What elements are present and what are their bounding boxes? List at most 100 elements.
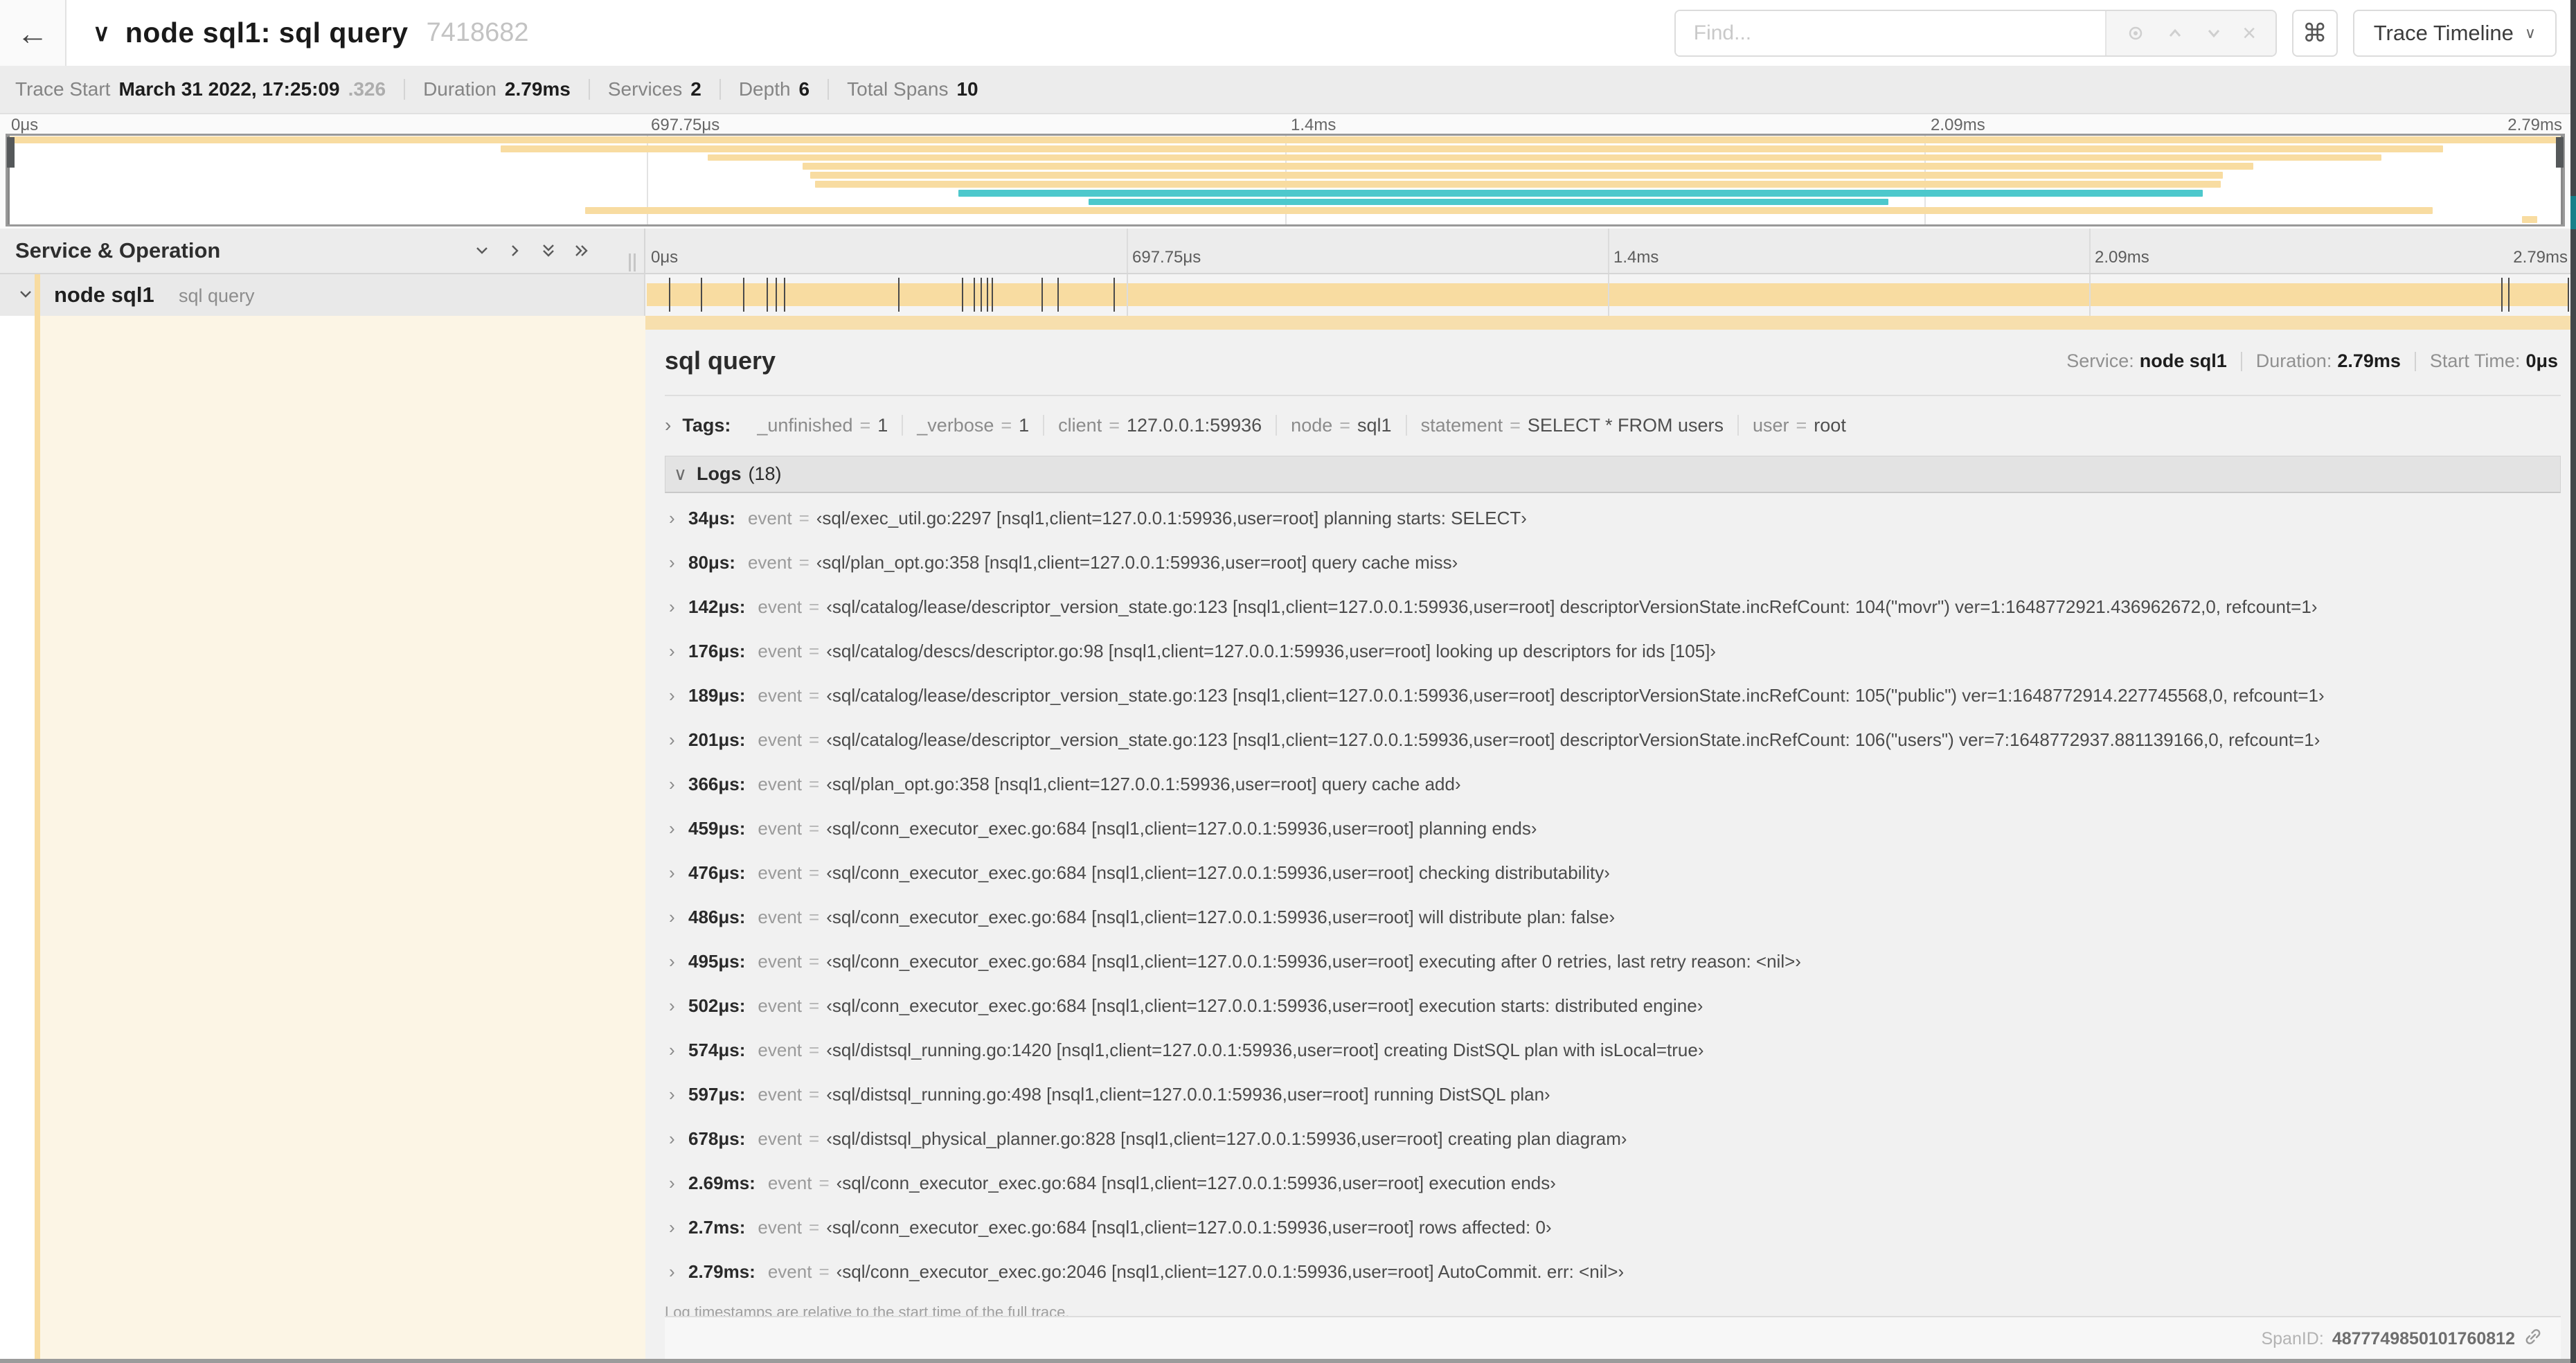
log-row[interactable]: › 80μs: event = ‹sql/plan_opt.go:358 [nsql1,…	[665, 540, 2561, 585]
log-marker[interactable]	[1057, 278, 1059, 312]
log-marker[interactable]	[776, 278, 778, 312]
log-row[interactable]: › 366μs: event = ‹sql/plan_opt.go:358 [nsql1…	[665, 762, 2561, 806]
log-row[interactable]: › 201μs: event = ‹sql/catalog/lease/descript…	[665, 718, 2561, 762]
log-timestamp: 502μs:	[688, 995, 746, 1016]
span-timeline-cell[interactable]	[645, 274, 2570, 316]
log-row[interactable]: › 678μs: event = ‹sql/distsql_physical_plann…	[665, 1116, 2561, 1161]
chevron-right-icon[interactable]: ›	[665, 508, 688, 529]
minimap-row	[8, 154, 2563, 163]
log-field-key: event	[758, 1083, 803, 1105]
log-row[interactable]: › 176μs: event = ‹sql/catalog/descs/descript…	[665, 629, 2561, 673]
log-row[interactable]: › 189μs: event = ‹sql/catalog/lease/descript…	[665, 673, 2561, 718]
log-marker[interactable]	[962, 278, 964, 312]
chevron-down-icon[interactable]: ∨	[674, 463, 687, 485]
chevron-right-icon[interactable]: ›	[665, 641, 688, 662]
chevron-right-icon[interactable]: ›	[665, 907, 688, 928]
chevron-down-icon[interactable]	[17, 285, 35, 307]
log-marker[interactable]	[974, 278, 976, 312]
log-field-key: event	[758, 906, 803, 927]
log-marker[interactable]	[2567, 278, 2569, 312]
chevron-right-icon[interactable]: ›	[665, 818, 688, 839]
chevron-right-icon[interactable]: ›	[665, 1217, 688, 1238]
minimap-row	[8, 189, 2563, 198]
tag-item[interactable]: statement = SELECT * FROM users	[1407, 415, 1737, 436]
logs-header[interactable]: ∨ Logs (18)	[665, 456, 2561, 493]
expand-all-icon[interactable]	[572, 241, 591, 260]
scrubber-handle[interactable]	[2556, 137, 2564, 168]
log-row[interactable]: › 459μs: event = ‹sql/conn_executor_exec.go:…	[665, 806, 2561, 850]
link-icon[interactable]	[2523, 1327, 2543, 1351]
log-row[interactable]: › 142μs: event = ‹sql/catalog/lease/descript…	[665, 585, 2561, 629]
prev-match-icon[interactable]	[2165, 24, 2185, 43]
chevron-right-icon[interactable]: ›	[665, 995, 688, 1017]
log-row[interactable]: › 495μs: event = ‹sql/conn_executor_exec.go:…	[665, 939, 2561, 983]
log-marker[interactable]	[767, 278, 769, 312]
span-name-cell[interactable]: node sql1 sql query	[0, 274, 645, 316]
log-row[interactable]: › 486μs: event = ‹sql/conn_executor_exec.go:…	[665, 895, 2561, 939]
equals-sign: =	[809, 862, 820, 883]
tag-item[interactable]: _verbose = 1	[903, 415, 1043, 436]
chevron-right-icon[interactable]: ›	[665, 951, 688, 972]
tag-item[interactable]: client = 127.0.0.1:59936	[1044, 415, 1276, 436]
chevron-right-icon[interactable]: ›	[665, 862, 688, 884]
chevron-right-icon[interactable]: ›	[665, 596, 688, 618]
chevron-right-icon[interactable]: ›	[665, 1261, 688, 1283]
chevron-right-icon[interactable]: ›	[665, 685, 688, 706]
log-row[interactable]: › 597μs: event = ‹sql/distsql_running.go:498…	[665, 1072, 2561, 1116]
chevron-right-icon[interactable]: ›	[665, 1040, 688, 1061]
keyboard-shortcuts-button[interactable]: ⌘	[2291, 10, 2338, 57]
minimap-span-bar	[584, 207, 2433, 215]
screen-edge-artifact	[2570, 0, 2576, 1363]
chevron-right-icon[interactable]: ›	[665, 1128, 688, 1150]
log-row[interactable]: › 34μs: event = ‹sql/exec_util.go:2297 [nsql…	[665, 496, 2561, 540]
chevron-right-icon[interactable]: ›	[665, 729, 688, 751]
chevron-right-icon[interactable]: ›	[665, 1173, 688, 1194]
log-event-value: ‹sql/catalog/lease/descriptor_version_st…	[826, 684, 2325, 706]
view-dropdown-button[interactable]: Trace Timeline ∨	[2352, 10, 2557, 57]
equals-sign: =	[809, 640, 820, 661]
tag-item[interactable]: _unfinished = 1	[743, 415, 902, 436]
log-marker[interactable]	[743, 278, 745, 312]
minimap-span-bar	[1088, 198, 1888, 206]
clear-search-icon[interactable]: ×	[2242, 20, 2256, 47]
log-row[interactable]: › 2.7ms: event = ‹sql/conn_executor_exec.go:…	[665, 1205, 2561, 1249]
log-row[interactable]: › 2.69ms: event = ‹sql/conn_executor_exec.go…	[665, 1161, 2561, 1205]
locate-icon[interactable]	[2125, 23, 2146, 44]
next-match-icon[interactable]	[2204, 24, 2224, 43]
chevron-right-icon[interactable]: ›	[665, 414, 671, 436]
log-marker[interactable]	[987, 278, 989, 312]
find-input[interactable]	[1675, 11, 2105, 55]
log-marker[interactable]	[1113, 278, 1115, 312]
column-resizer[interactable]	[629, 253, 636, 271]
expand-one-icon[interactable]	[506, 241, 525, 260]
tag-item[interactable]: user = root	[1739, 415, 1860, 436]
collapse-all-icon[interactable]	[539, 241, 558, 260]
log-timestamp: 176μs:	[688, 640, 746, 661]
tags-row[interactable]: › Tags: _unfinished = 1 _verbose = 1 client = 12…	[665, 414, 2561, 436]
log-marker[interactable]	[668, 278, 670, 312]
chevron-right-icon[interactable]: ›	[665, 552, 688, 573]
log-marker[interactable]	[2508, 278, 2510, 312]
log-marker[interactable]	[992, 278, 994, 312]
trace-minimap[interactable]	[6, 134, 2565, 226]
log-row[interactable]: › 476μs: event = ‹sql/conn_executor_exec.go:…	[665, 850, 2561, 895]
log-marker[interactable]	[784, 278, 786, 312]
chevron-right-icon[interactable]: ›	[665, 1084, 688, 1105]
log-marker[interactable]	[700, 278, 702, 312]
log-marker[interactable]	[897, 278, 900, 312]
tag-item[interactable]: node = sql1	[1277, 415, 1405, 436]
span-row[interactable]: node sql1 sql query	[0, 274, 2570, 316]
collapse-one-icon[interactable]	[472, 241, 492, 260]
log-field-key: event	[758, 1039, 803, 1060]
log-row[interactable]: › 2.79ms: event = ‹sql/conn_executor_exec.go…	[665, 1249, 2561, 1294]
chevron-down-icon[interactable]: ∨	[93, 19, 110, 47]
minimap-span-bar	[8, 136, 2563, 143]
scrubber-handle[interactable]	[7, 137, 15, 168]
log-row[interactable]: › 574μs: event = ‹sql/distsql_running.go:142…	[665, 1028, 2561, 1072]
log-marker[interactable]	[981, 278, 983, 312]
back-button[interactable]: ←	[0, 0, 66, 66]
chevron-right-icon[interactable]: ›	[665, 774, 688, 795]
log-marker[interactable]	[1041, 278, 1043, 312]
log-marker[interactable]	[2501, 278, 2503, 312]
log-row[interactable]: › 502μs: event = ‹sql/conn_executor_exec.go:…	[665, 983, 2561, 1028]
